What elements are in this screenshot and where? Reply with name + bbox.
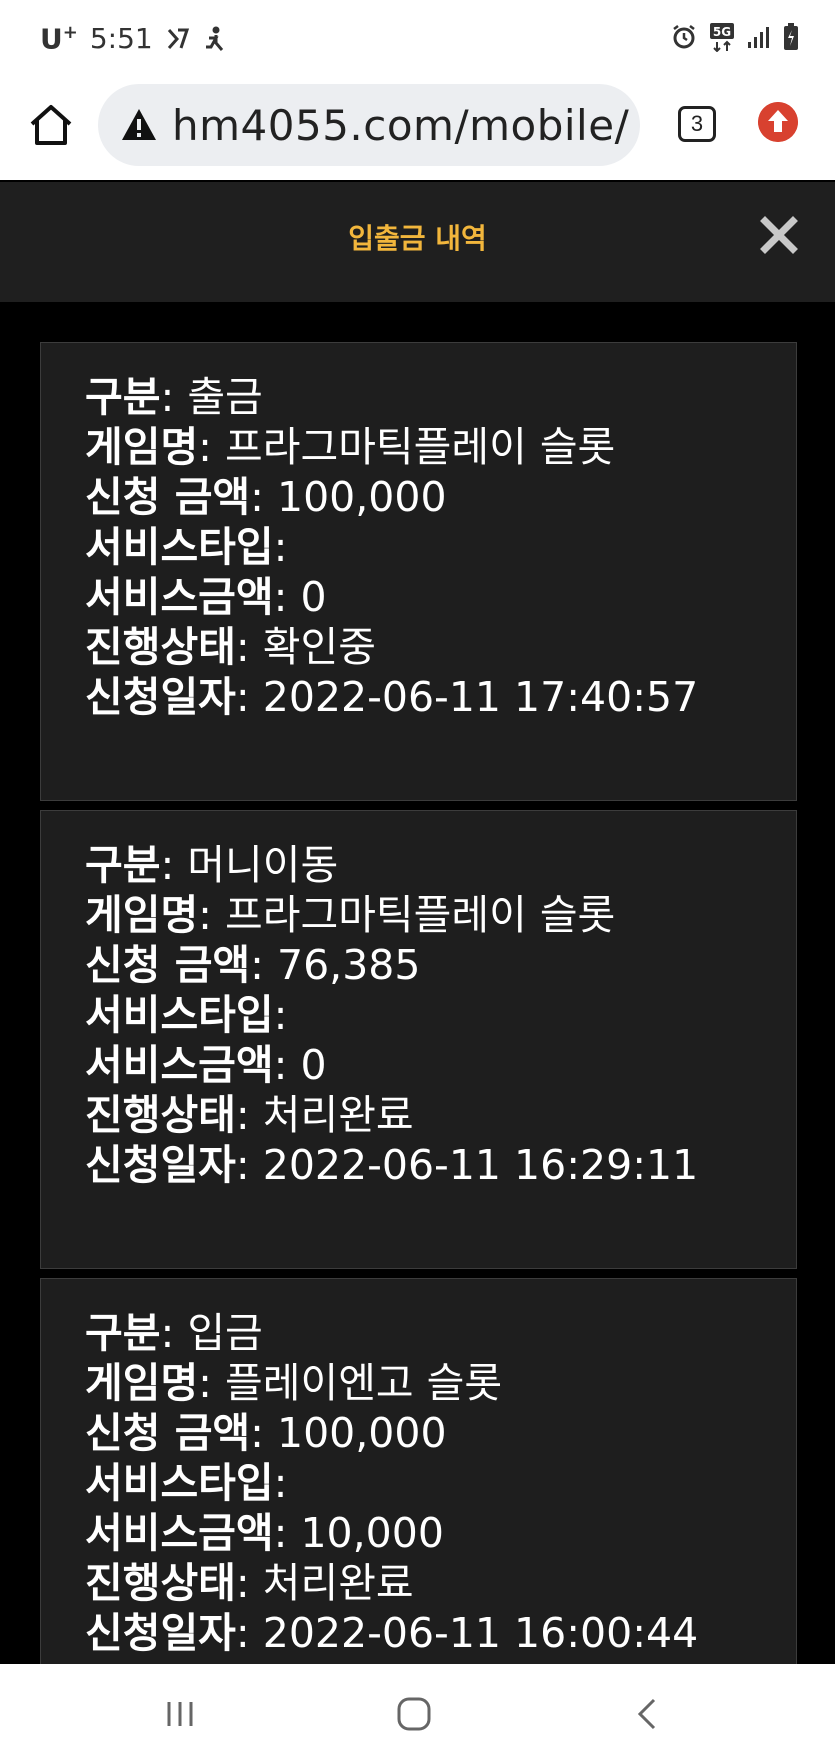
accessibility-icon [205, 26, 223, 51]
navigation-bar [0, 1664, 835, 1763]
carrier-name: U [40, 22, 63, 56]
battery-icon [784, 23, 798, 50]
date-label: 신청일자 [85, 1141, 236, 1189]
row-service-amount: 서비스금액: 0 [85, 573, 327, 621]
url-text[interactable]: hm4055.com/mobile/ [172, 101, 629, 150]
row-date: 신청일자: 2022-06-11 16:00:44 [85, 1609, 699, 1657]
row-service-amount: 서비스금액: 0 [85, 1041, 327, 1089]
back-icon[interactable] [628, 1694, 668, 1734]
close-icon[interactable] [760, 216, 798, 254]
modal-header: 입출금 내역 [0, 182, 835, 302]
date-label: 신청일자 [85, 1609, 236, 1657]
address-bar[interactable]: hm4055.com/mobile/ [98, 84, 640, 166]
row-amount: 신청 금액: 100,000 [85, 1409, 447, 1457]
amount-value: 100,000 [277, 473, 447, 521]
alarm-icon [673, 25, 695, 49]
carrier-label: U+ [40, 22, 78, 55]
row-service-type: 서비스타입: [85, 523, 288, 571]
date-value: 2022-06-11 16:29:11 [262, 1141, 699, 1189]
tabs-button[interactable]: 3 [678, 106, 716, 142]
row-service-amount: 서비스금액: 10,000 [85, 1509, 444, 1557]
browser-toolbar: hm4055.com/mobile/ 3 [0, 80, 835, 180]
row-amount: 신청 금액: 76,385 [85, 941, 421, 989]
signal-icon [748, 27, 769, 48]
date-value: 2022-06-11 17:40:57 [262, 673, 699, 721]
recent-apps-icon[interactable] [160, 1694, 200, 1734]
transaction-card: 구분: 출금 게임명: 프라그마틱플레이 슬롯 신청 금액: 100,000 서… [40, 342, 797, 801]
row-service-type: 서비스타입: [85, 991, 288, 1039]
carrier-plus: + [62, 22, 78, 43]
status-right: 5G [671, 22, 799, 52]
row-status: 진행상태: 확인중 [85, 623, 376, 671]
row-game: 게임명: 프라그마틱플레이 슬롯 [85, 423, 616, 471]
transaction-card: 구분: 입금 게임명: 플레이엔고 슬롯 신청 금액: 100,000 서비스타… [40, 1278, 797, 1664]
row-service-type: 서비스타입: [85, 1459, 288, 1507]
svg-text:5G: 5G [713, 25, 731, 39]
data-saver-icon [167, 28, 189, 49]
network-5g-icon: 5G [710, 23, 734, 52]
row-game: 게임명: 프라그마틱플레이 슬롯 [85, 891, 616, 939]
home-icon[interactable] [26, 100, 76, 150]
row-type: 구분: 입금 [85, 1309, 263, 1357]
row-date: 신청일자: 2022-06-11 17:40:57 [85, 673, 699, 721]
warning-icon[interactable] [120, 106, 158, 144]
transaction-card: 구분: 머니이동 게임명: 프라그마틱플레이 슬롯 신청 금액: 76,385 … [40, 810, 797, 1269]
amount-value: 76,385 [277, 941, 421, 989]
row-date: 신청일자: 2022-06-11 16:29:11 [85, 1141, 699, 1189]
screen: U+ 5:51 5G hm4055.com/mobile/ 3 입출금 내역 구… [0, 0, 835, 1763]
row-type: 구분: 머니이동 [85, 841, 339, 889]
row-status: 진행상태: 처리완료 [85, 1559, 414, 1607]
date-value: 2022-06-11 16:00:44 [262, 1609, 699, 1657]
row-status: 진행상태: 처리완료 [85, 1091, 414, 1139]
clock: 5:51 [89, 22, 153, 56]
update-icon[interactable] [758, 102, 798, 142]
home-nav-icon[interactable] [394, 1694, 434, 1734]
row-amount: 신청 금액: 100,000 [85, 473, 447, 521]
row-game: 게임명: 플레이엔고 슬롯 [85, 1359, 503, 1407]
status-bar: U+ 5:51 5G [0, 0, 835, 80]
status-left: U+ 5:51 [40, 22, 227, 55]
modal-title: 입출금 내역 [348, 222, 487, 255]
row-type: 구분: 출금 [85, 373, 263, 421]
date-label: 신청일자 [85, 673, 236, 721]
amount-value: 100,000 [277, 1409, 447, 1457]
transaction-list[interactable]: 구분: 출금 게임명: 프라그마틱플레이 슬롯 신청 금액: 100,000 서… [0, 302, 835, 1664]
